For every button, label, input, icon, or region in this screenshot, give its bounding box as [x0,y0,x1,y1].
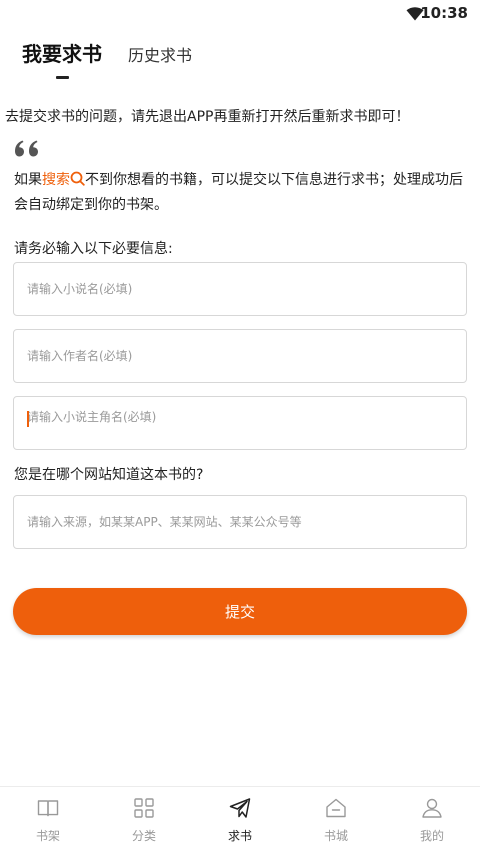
text-cursor [27,411,29,427]
source-input[interactable] [14,496,466,548]
submit-button[interactable]: 提交 [13,588,467,635]
status-time: 10:38 [420,4,468,22]
nav-label-bookstore: 书城 [323,829,348,843]
intro-prefix: 如果 [14,172,42,188]
intro-text: 如果搜索 不到你想看的书籍，可以提交以下信息进行求书；处理成功后会自动绑定到你的书… [14,168,466,218]
bottom-nav: 书架 分类 求书 书城 我的 [0,786,480,853]
status-bar: 10:38 [0,0,480,28]
protagonist-name-field[interactable] [13,396,467,450]
nav-item-request-book[interactable]: 求书 [192,787,288,853]
required-info-label: 请务必输入以下必要信息: [14,241,173,257]
author-name-input[interactable] [14,330,466,382]
novel-name-field[interactable] [13,262,467,316]
intro-search-link[interactable]: 搜索 [42,172,70,188]
search-icon[interactable] [70,171,85,186]
notice-marquee: 去提交求书的问题，请先退出APP再重新打开然后重新求书即可！ [5,109,410,125]
author-name-field[interactable] [13,329,467,383]
nav-label-request-book: 求书 [227,829,252,843]
source-field[interactable] [13,495,467,549]
source-question-label: 您是在哪个网站知道这本书的? [14,467,204,483]
tab-indicator [56,76,69,79]
nav-item-category[interactable]: 分类 [96,787,192,853]
grid-icon [134,798,154,818]
nav-label-category: 分类 [131,829,156,843]
nav-item-bookshelf[interactable]: 书架 [0,787,96,853]
tab-request-book[interactable]: 我要求书 [22,38,102,67]
book-icon [37,800,59,817]
quote-icon [15,140,38,157]
store-icon [326,798,346,818]
nav-label-bookshelf: 书架 [35,829,60,843]
protagonist-name-input[interactable] [14,397,466,449]
user-icon [422,798,442,818]
nav-item-mine[interactable]: 我的 [384,787,480,853]
novel-name-input[interactable] [14,263,466,315]
paper-plane-icon [229,798,251,818]
nav-label-mine: 我的 [419,829,444,843]
tab-history-requests[interactable]: 历史求书 [128,42,192,66]
nav-item-bookstore[interactable]: 书城 [288,787,384,853]
